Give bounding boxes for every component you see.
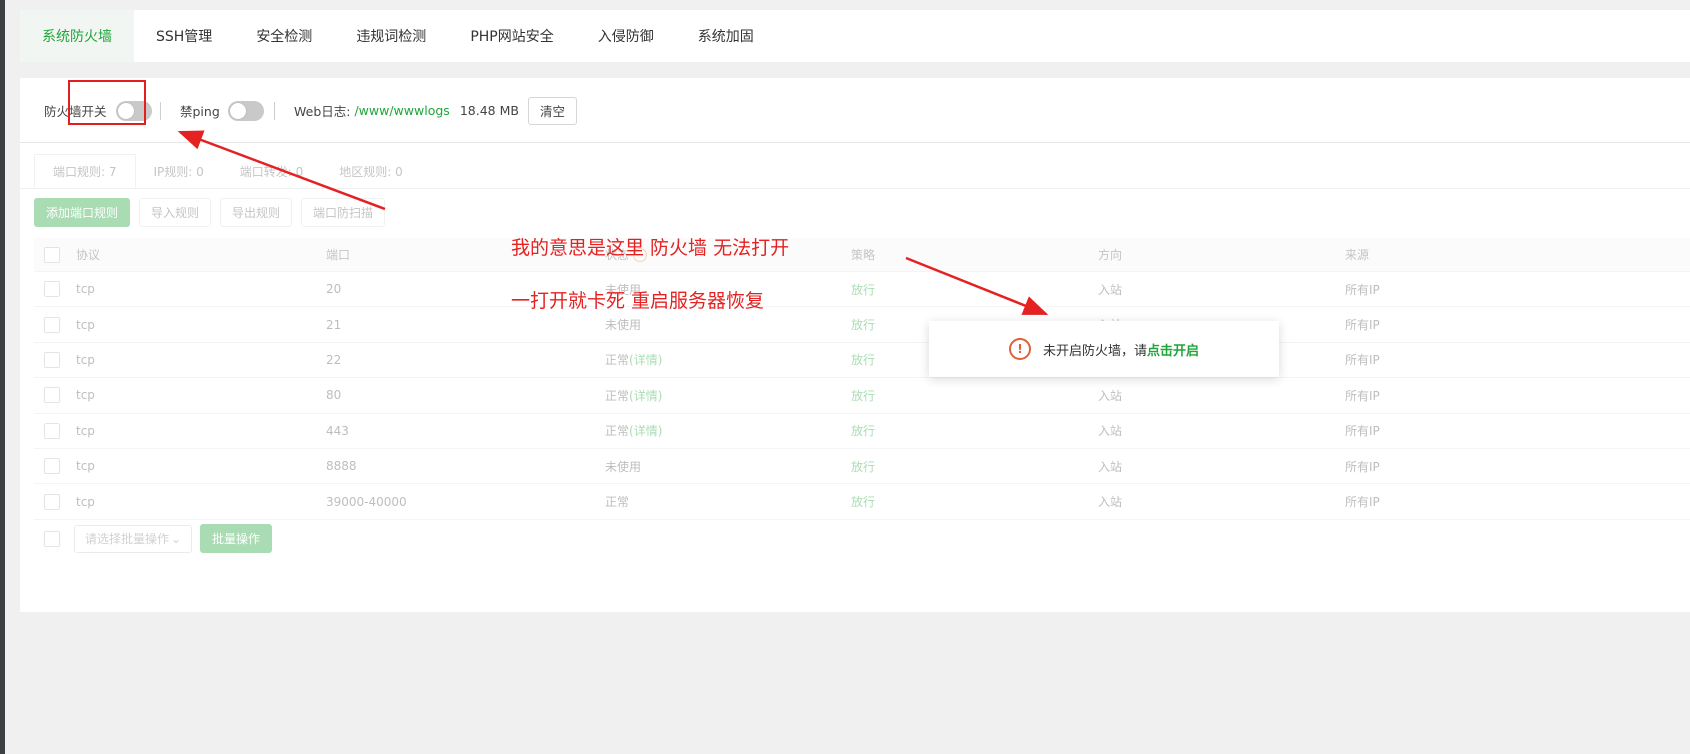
annotation-line-2: 一打开就卡死 重启服务器恢复 xyxy=(511,290,765,312)
warning-icon: ! xyxy=(1008,338,1031,360)
annotation-arrows xyxy=(177,130,1049,316)
arrow-to-toast xyxy=(905,256,1049,316)
annotation-line-1: 我的意思是这里 防火墙 无法打开 xyxy=(511,237,790,259)
toast-text: 未开启防火墙，请 xyxy=(1042,343,1147,359)
toast-enable-link[interactable]: 点击开启 xyxy=(1147,340,1199,359)
arrow-to-switch xyxy=(177,130,386,211)
firewall-disabled-toast: ! 未开启防火墙，请 点击开启 xyxy=(929,321,1279,377)
